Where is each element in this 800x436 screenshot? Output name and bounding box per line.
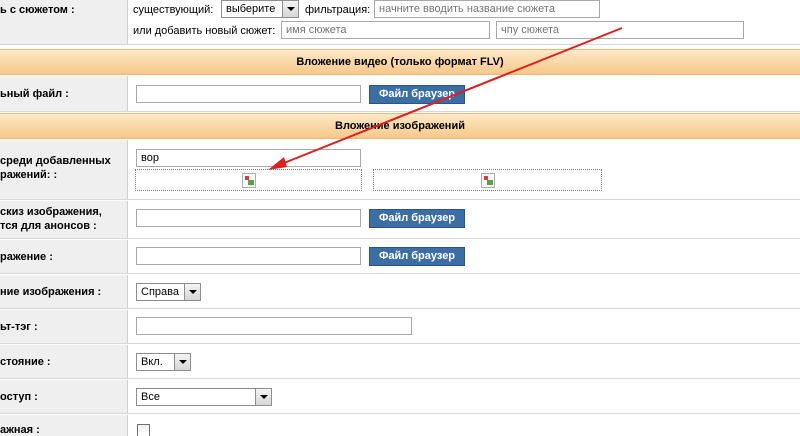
- chevron-down-icon: [282, 1, 298, 17]
- alt-tag-input[interactable]: [136, 317, 412, 335]
- sketch-label-line1: скиз изображения,: [0, 206, 102, 218]
- image-row: ражение : Файл браузер: [0, 240, 800, 274]
- alignment-label-cell: ние изображения :: [0, 275, 128, 308]
- chevron-down-icon: [184, 284, 200, 300]
- broken-image-icon: [481, 173, 495, 188]
- plot-row: ь с сюжетом : существующий: выберите фил…: [0, 0, 800, 45]
- video-file-label-cell: ьный файл :: [0, 76, 128, 111]
- important-value-cell: [129, 415, 800, 436]
- video-file-input[interactable]: [136, 85, 361, 103]
- filter-input[interactable]: [374, 0, 600, 18]
- alt-tag-row: ьт-тэг :: [0, 310, 800, 344]
- chevron-down-icon: [255, 389, 271, 405]
- sketch-browser-button[interactable]: Файл браузер: [369, 209, 465, 228]
- sketch-file-input[interactable]: [136, 209, 361, 227]
- image-select-label-cell: среди добавленных ражений: :: [0, 140, 128, 199]
- video-file-row: ьный файл : Файл браузер: [0, 76, 800, 112]
- important-row: ажная :: [0, 415, 800, 436]
- status-value-cell: Вкл.: [129, 345, 800, 378]
- video-section-header: Вложение видео (только формат FLV): [0, 49, 800, 75]
- access-value: Все: [141, 391, 160, 403]
- important-label: ажная :: [0, 424, 40, 436]
- sketch-value-cell: Файл браузер: [129, 201, 800, 238]
- image-select-label-line2: ражений: :: [0, 169, 58, 181]
- image-select-label-line1: среди добавленных: [0, 155, 111, 167]
- existing-plot-value: выберите: [226, 3, 276, 15]
- alt-tag-label-cell: ьт-тэг :: [0, 310, 128, 343]
- chevron-down-icon: [174, 354, 190, 370]
- video-section-title: Вложение видео (только формат FLV): [296, 56, 504, 68]
- important-label-cell: ажная :: [0, 415, 128, 436]
- sketch-row: скиз изображения, тся для анонсов : Файл…: [0, 201, 800, 239]
- image-value-cell: Файл браузер: [129, 240, 800, 273]
- image-file-input[interactable]: [136, 247, 361, 265]
- image-select-row: среди добавленных ражений: :: [0, 140, 800, 200]
- image-section-header: Вложение изображений: [0, 113, 800, 139]
- image-select-value-cell: [129, 140, 800, 199]
- plot-chpu-input[interactable]: [496, 21, 744, 39]
- video-file-label: ьный файл :: [0, 88, 69, 100]
- video-file-browser-button[interactable]: Файл браузер: [369, 85, 465, 104]
- status-label-cell: стояние :: [0, 345, 128, 378]
- alignment-row: ние изображения : Справа: [0, 275, 800, 309]
- status-value: Вкл.: [141, 356, 163, 368]
- sketch-label-line2: тся для анонсов :: [0, 220, 97, 232]
- alignment-select[interactable]: Справа: [136, 283, 201, 301]
- video-file-value-cell: Файл браузер: [129, 76, 800, 111]
- broken-image-icon: [242, 173, 256, 188]
- plot-label-cell: ь с сюжетом :: [0, 0, 128, 44]
- plot-name-input[interactable]: [281, 21, 490, 39]
- image-label-cell: ражение :: [0, 240, 128, 273]
- filter-label: фильтрация:: [305, 4, 371, 16]
- alignment-label: ние изображения :: [0, 286, 102, 298]
- existing-label: существующий:: [133, 4, 214, 16]
- alignment-value-cell: Справа: [129, 275, 800, 308]
- access-value-cell: Все: [129, 380, 800, 413]
- plot-label: ь с сюжетом :: [0, 4, 75, 16]
- alignment-value: Справа: [141, 286, 179, 298]
- add-plot-label: или добавить новый сюжет:: [133, 25, 276, 37]
- image-browser-button[interactable]: Файл браузер: [369, 247, 465, 266]
- access-select[interactable]: Все: [136, 388, 272, 406]
- image-search-input[interactable]: [136, 149, 361, 167]
- image-label: ражение :: [0, 251, 53, 263]
- image-thumbnail-1[interactable]: [135, 169, 362, 191]
- image-thumbnail-2[interactable]: [373, 169, 602, 191]
- access-label-cell: оступ :: [0, 380, 128, 413]
- status-label: стояние :: [0, 356, 51, 368]
- plot-value-cell: существующий: выберите фильтрация: или д…: [129, 0, 800, 44]
- access-row: оступ : Все: [0, 380, 800, 414]
- image-section-title: Вложение изображений: [335, 120, 465, 132]
- status-row: стояние : Вкл.: [0, 345, 800, 379]
- status-select[interactable]: Вкл.: [136, 353, 191, 371]
- existing-plot-select[interactable]: выберите: [221, 0, 299, 18]
- alt-tag-value-cell: [129, 310, 800, 343]
- alt-tag-label: ьт-тэг :: [0, 321, 38, 333]
- important-checkbox[interactable]: [137, 424, 150, 436]
- sketch-label-cell: скиз изображения, тся для анонсов :: [0, 201, 128, 238]
- access-label: оступ :: [0, 391, 38, 403]
